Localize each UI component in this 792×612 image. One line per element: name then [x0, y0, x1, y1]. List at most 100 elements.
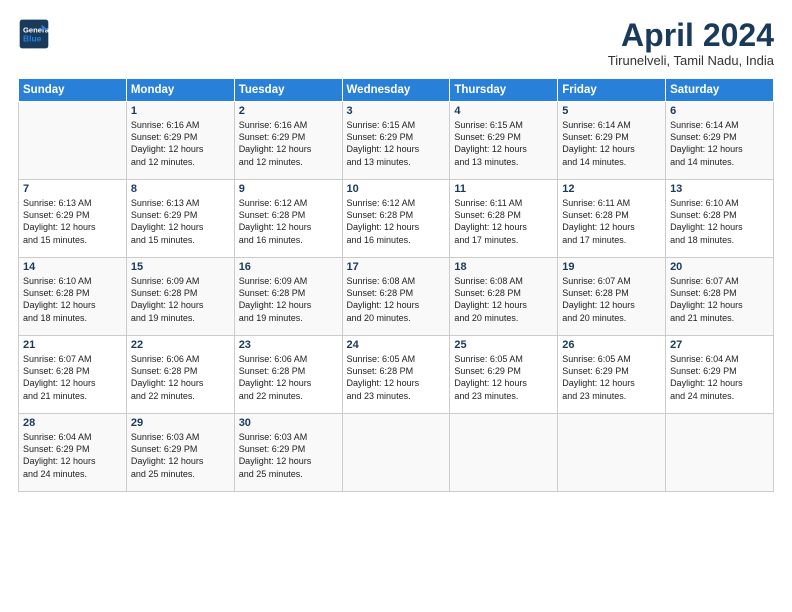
calendar-cell: 8 Sunrise: 6:13 AM Sunset: 6:29 PM Daylig… [126, 180, 234, 258]
calendar-week-row: 14Sunrise: 6:10 AM Sunset: 6:28 PM Dayli… [19, 258, 774, 336]
day-number: 21 [23, 339, 122, 351]
day-number: 12 [562, 183, 661, 195]
weekday-header: Wednesday [342, 79, 450, 102]
day-info: Sunrise: 6:07 AM Sunset: 6:28 PM Dayligh… [23, 353, 122, 402]
calendar-cell: 24Sunrise: 6:05 AM Sunset: 6:28 PM Dayli… [342, 336, 450, 414]
day-info: Sunrise: 6:07 AM Sunset: 6:28 PM Dayligh… [670, 275, 769, 324]
calendar-cell: 16 Sunrise: 6:09 AM Sunset: 6:28 PM Dayli… [234, 258, 342, 336]
calendar-cell: 20Sunrise: 6:07 AM Sunset: 6:28 PM Dayli… [666, 258, 774, 336]
day-info: Sunrise: 6:13 AM Sunset: 6:29 PM Dayligh… [23, 197, 122, 246]
day-number: 16 [239, 261, 338, 273]
calendar-cell: 23 Sunrise: 6:06 AM Sunset: 6:28 PM Dayli… [234, 336, 342, 414]
calendar-cell: 11Sunrise: 6:11 AM Sunset: 6:28 PM Dayli… [450, 180, 558, 258]
day-number: 13 [670, 183, 769, 195]
day-info: Sunrise: 6:03 AM Sunset: 6:29 PM Dayligh… [131, 431, 230, 480]
calendar-week-row: 28 Sunrise: 6:04 AM Sunset: 6:29 PM Dayli… [19, 414, 774, 492]
day-number: 23 [239, 339, 338, 351]
calendar-cell: 5 Sunrise: 6:14 AM Sunset: 6:29 PM Daylig… [558, 102, 666, 180]
day-number: 1 [131, 105, 230, 117]
calendar-header: SundayMondayTuesdayWednesdayThursdayFrid… [19, 79, 774, 102]
day-info: Sunrise: 6:05 AM Sunset: 6:28 PM Dayligh… [347, 353, 446, 402]
day-number: 10 [347, 183, 446, 195]
calendar-cell: 29 Sunrise: 6:03 AM Sunset: 6:29 PM Dayli… [126, 414, 234, 492]
day-info: Sunrise: 6:06 AM Sunset: 6:28 PM Dayligh… [131, 353, 230, 402]
day-info: Sunrise: 6:09 AM Sunset: 6:28 PM Dayligh… [131, 275, 230, 324]
day-info: Sunrise: 6:15 AM Sunset: 6:29 PM Dayligh… [347, 119, 446, 168]
day-number: 2 [239, 105, 338, 117]
calendar-cell: 13 Sunrise: 6:10 AM Sunset: 6:28 PM Dayli… [666, 180, 774, 258]
weekday-header: Sunday [19, 79, 127, 102]
calendar-cell: 9Sunrise: 6:12 AM Sunset: 6:28 PM Daylig… [234, 180, 342, 258]
day-info: Sunrise: 6:10 AM Sunset: 6:28 PM Dayligh… [670, 197, 769, 246]
day-number: 8 [131, 183, 230, 195]
month-title: April 2024 [608, 18, 774, 53]
calendar-cell: 17 Sunrise: 6:08 AM Sunset: 6:28 PM Dayli… [342, 258, 450, 336]
calendar-cell: 30Sunrise: 6:03 AM Sunset: 6:29 PM Dayli… [234, 414, 342, 492]
calendar-cell: 14Sunrise: 6:10 AM Sunset: 6:28 PM Dayli… [19, 258, 127, 336]
calendar-cell [558, 414, 666, 492]
day-info: Sunrise: 6:04 AM Sunset: 6:29 PM Dayligh… [23, 431, 122, 480]
day-info: Sunrise: 6:05 AM Sunset: 6:29 PM Dayligh… [454, 353, 553, 402]
calendar-week-row: 1 Sunrise: 6:16 AM Sunset: 6:29 PM Daylig… [19, 102, 774, 180]
calendar-table: SundayMondayTuesdayWednesdayThursdayFrid… [18, 78, 774, 492]
day-number: 25 [454, 339, 553, 351]
calendar-cell: 25 Sunrise: 6:05 AM Sunset: 6:29 PM Dayli… [450, 336, 558, 414]
day-info: Sunrise: 6:03 AM Sunset: 6:29 PM Dayligh… [239, 431, 338, 480]
logo-icon: General Blue [18, 18, 50, 50]
day-number: 28 [23, 417, 122, 429]
calendar-cell [450, 414, 558, 492]
calendar-cell: 18Sunrise: 6:08 AM Sunset: 6:28 PM Dayli… [450, 258, 558, 336]
day-number: 4 [454, 105, 553, 117]
day-info: Sunrise: 6:16 AM Sunset: 6:29 PM Dayligh… [239, 119, 338, 168]
title-block: April 2024 Tirunelveli, Tamil Nadu, Indi… [608, 18, 774, 68]
svg-text:Blue: Blue [23, 34, 42, 44]
calendar-cell: 22 Sunrise: 6:06 AM Sunset: 6:28 PM Dayli… [126, 336, 234, 414]
day-number: 27 [670, 339, 769, 351]
weekday-header: Friday [558, 79, 666, 102]
calendar-cell: 21 Sunrise: 6:07 AM Sunset: 6:28 PM Dayli… [19, 336, 127, 414]
day-info: Sunrise: 6:08 AM Sunset: 6:28 PM Dayligh… [454, 275, 553, 324]
day-number: 5 [562, 105, 661, 117]
day-number: 14 [23, 261, 122, 273]
weekday-header: Tuesday [234, 79, 342, 102]
day-info: Sunrise: 6:04 AM Sunset: 6:29 PM Dayligh… [670, 353, 769, 402]
day-info: Sunrise: 6:13 AM Sunset: 6:29 PM Dayligh… [131, 197, 230, 246]
calendar-cell: 12 Sunrise: 6:11 AM Sunset: 6:28 PM Dayli… [558, 180, 666, 258]
day-number: 29 [131, 417, 230, 429]
calendar-week-row: 7 Sunrise: 6:13 AM Sunset: 6:29 PM Daylig… [19, 180, 774, 258]
calendar-cell: 2 Sunrise: 6:16 AM Sunset: 6:29 PM Daylig… [234, 102, 342, 180]
calendar-cell: 27 Sunrise: 6:04 AM Sunset: 6:29 PM Dayli… [666, 336, 774, 414]
calendar-cell: 19Sunrise: 6:07 AM Sunset: 6:28 PM Dayli… [558, 258, 666, 336]
calendar-cell: 4 Sunrise: 6:15 AM Sunset: 6:29 PM Daylig… [450, 102, 558, 180]
day-info: Sunrise: 6:15 AM Sunset: 6:29 PM Dayligh… [454, 119, 553, 168]
day-info: Sunrise: 6:09 AM Sunset: 6:28 PM Dayligh… [239, 275, 338, 324]
weekday-header: Thursday [450, 79, 558, 102]
day-info: Sunrise: 6:16 AM Sunset: 6:29 PM Dayligh… [131, 119, 230, 168]
day-info: Sunrise: 6:06 AM Sunset: 6:28 PM Dayligh… [239, 353, 338, 402]
calendar-body: 1 Sunrise: 6:16 AM Sunset: 6:29 PM Daylig… [19, 102, 774, 492]
weekday-header: Monday [126, 79, 234, 102]
day-info: Sunrise: 6:14 AM Sunset: 6:29 PM Dayligh… [562, 119, 661, 168]
calendar-cell: 15 Sunrise: 6:09 AM Sunset: 6:28 PM Dayli… [126, 258, 234, 336]
header: General Blue April 2024 Tirunelveli, Tam… [18, 18, 774, 68]
day-number: 17 [347, 261, 446, 273]
day-number: 22 [131, 339, 230, 351]
day-info: Sunrise: 6:05 AM Sunset: 6:29 PM Dayligh… [562, 353, 661, 402]
day-number: 6 [670, 105, 769, 117]
day-info: Sunrise: 6:11 AM Sunset: 6:28 PM Dayligh… [454, 197, 553, 246]
day-number: 15 [131, 261, 230, 273]
day-info: Sunrise: 6:14 AM Sunset: 6:29 PM Dayligh… [670, 119, 769, 168]
calendar-cell: 26 Sunrise: 6:05 AM Sunset: 6:29 PM Dayli… [558, 336, 666, 414]
page: General Blue April 2024 Tirunelveli, Tam… [0, 0, 792, 612]
day-info: Sunrise: 6:08 AM Sunset: 6:28 PM Dayligh… [347, 275, 446, 324]
day-info: Sunrise: 6:11 AM Sunset: 6:28 PM Dayligh… [562, 197, 661, 246]
calendar-cell: 6 Sunrise: 6:14 AM Sunset: 6:29 PM Daylig… [666, 102, 774, 180]
weekday-header: Saturday [666, 79, 774, 102]
calendar-cell: 10 Sunrise: 6:12 AM Sunset: 6:28 PM Dayli… [342, 180, 450, 258]
calendar-week-row: 21 Sunrise: 6:07 AM Sunset: 6:28 PM Dayli… [19, 336, 774, 414]
calendar-cell [19, 102, 127, 180]
day-number: 26 [562, 339, 661, 351]
day-number: 7 [23, 183, 122, 195]
day-number: 19 [562, 261, 661, 273]
day-info: Sunrise: 6:12 AM Sunset: 6:28 PM Dayligh… [347, 197, 446, 246]
